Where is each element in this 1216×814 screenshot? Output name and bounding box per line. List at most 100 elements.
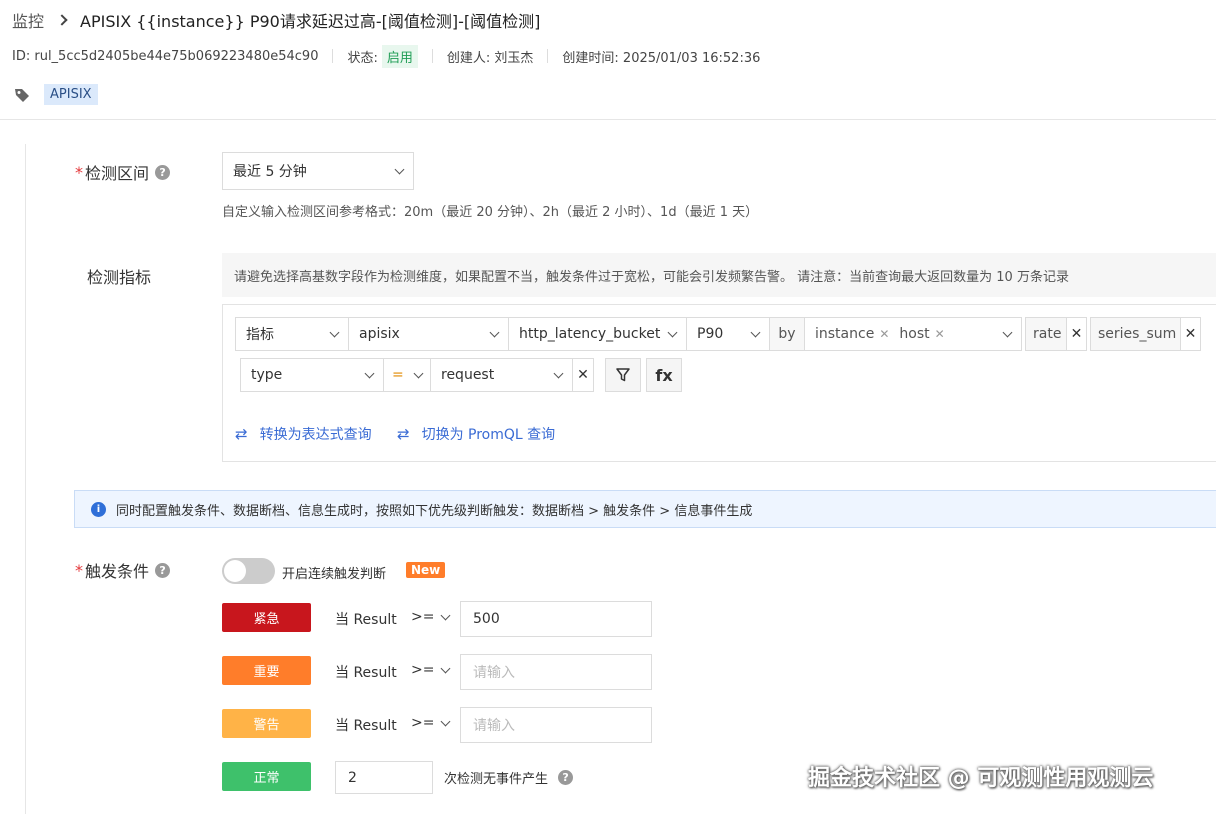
meta-divider xyxy=(431,49,433,63)
condition-when-label: 当 Result xyxy=(335,665,397,681)
chevron-down-icon xyxy=(750,327,761,337)
filter-value-select[interactable]: request xyxy=(430,358,573,392)
status-label: 状态: xyxy=(347,50,378,66)
required-mark: * xyxy=(75,560,83,580)
info-icon: i xyxy=(91,501,106,517)
continuous-trigger-toggle[interactable] xyxy=(222,558,275,584)
chevron-down-icon xyxy=(441,610,451,620)
metric-source-select[interactable]: apisix xyxy=(348,317,509,351)
group-by-chip: instance ✕ xyxy=(815,326,889,342)
help-icon[interactable]: ? xyxy=(558,770,574,785)
by-label: by xyxy=(769,317,805,351)
condition-operator-value: >= xyxy=(411,662,435,678)
required-mark: * xyxy=(75,162,83,182)
metric-name-select[interactable]: http_latency_bucket xyxy=(508,317,687,351)
remove-filter-button[interactable]: ✕ xyxy=(572,358,594,392)
normal-suffix: 次检测无事件产生 ? xyxy=(444,768,574,787)
switch-promql-link[interactable]: ⇄ 切换为 PromQL 查询 xyxy=(397,424,555,444)
convert-expression-link[interactable]: ⇄ 转换为表达式查询 xyxy=(235,424,372,444)
filter-operator-select[interactable]: = xyxy=(383,358,431,392)
chevron-down-icon xyxy=(329,327,340,337)
status-badge: 启用 xyxy=(381,44,418,68)
condition-operator-value: >= xyxy=(411,715,435,731)
chevron-down-icon xyxy=(1002,327,1013,337)
filter-operator-value: = xyxy=(392,367,404,383)
chevron-down-icon xyxy=(441,663,451,673)
normal-suffix-text: 次检测无事件产生 xyxy=(444,772,549,787)
chevron-right-icon xyxy=(56,14,68,26)
condition-operator-select[interactable]: >= xyxy=(411,662,451,678)
function-series-sum[interactable]: series_sum xyxy=(1090,317,1181,351)
close-icon[interactable]: ✕ xyxy=(935,327,945,341)
aggregation-select[interactable]: P90 xyxy=(686,317,770,351)
function-rate[interactable]: rate xyxy=(1025,317,1067,351)
new-badge: New xyxy=(406,562,446,578)
metric-name-value: http_latency_bucket xyxy=(519,326,661,342)
rule-id: ID: rul_5cc5d2405be44e75b069223480e54c90 xyxy=(12,48,319,64)
page-title: APISIX {{instance}} P90请求延迟过高-[阈值检测]-[阈值… xyxy=(80,12,541,31)
detection-interval-select[interactable]: 最近 5 分钟 xyxy=(222,152,414,190)
remove-function-button[interactable]: ✕ xyxy=(1066,317,1087,351)
condition-operator-select[interactable]: >= xyxy=(411,715,451,731)
chevron-down-icon xyxy=(394,164,405,174)
severity-warning-badge: 警告 xyxy=(222,709,311,738)
condition-when-label: 当 Result xyxy=(335,718,397,734)
filter-button[interactable] xyxy=(605,358,641,392)
swap-icon: ⇄ xyxy=(397,425,410,443)
tag-icon xyxy=(15,88,29,102)
chevron-down-icon xyxy=(441,716,451,726)
group-by-chip-label: instance xyxy=(815,326,875,342)
condition-operator-select[interactable]: >= xyxy=(411,609,451,625)
toggle-knob xyxy=(224,560,246,582)
filter-field-select[interactable]: type xyxy=(240,358,384,392)
important-threshold-input[interactable]: 请输入 xyxy=(460,654,652,690)
trigger-label: * 触发条件 ? xyxy=(75,558,171,582)
normal-count-input[interactable]: 2 xyxy=(335,761,433,794)
detection-metric-label: 检测指标 xyxy=(87,268,152,287)
chevron-down-icon xyxy=(364,368,375,378)
severity-normal-badge: 正常 xyxy=(222,762,311,791)
watermark: 掘金技术社区 @ 可观测性用观测云 xyxy=(808,766,1154,791)
switch-promql-label: 切换为 PromQL 查询 xyxy=(421,427,556,443)
metric-notice: 请避免选择高基数字段作为检测维度，如果配置不当，触发条件过于宽松，可能会引发频繁… xyxy=(222,253,1216,297)
chevron-down-icon xyxy=(489,327,500,337)
breadcrumb-root-link[interactable]: 监控 xyxy=(12,8,44,32)
breadcrumb: 监控 APISIX {{instance}} P90请求延迟过高-[阈值检测]-… xyxy=(12,8,540,32)
remove-function-button[interactable]: ✕ xyxy=(1180,317,1201,351)
rule-meta: ID: rul_5cc5d2405be44e75b069223480e54c90… xyxy=(12,44,760,68)
tag-list: APISIX xyxy=(14,84,98,105)
detection-interval-label: * 检测区间 ? xyxy=(75,160,171,184)
group-by-chip-label: host xyxy=(899,326,930,342)
chevron-down-icon xyxy=(413,368,424,378)
meta-divider xyxy=(547,49,549,63)
help-icon[interactable]: ? xyxy=(155,562,171,578)
page-header: 监控 APISIX {{instance}} P90请求延迟过高-[阈值检测]-… xyxy=(0,0,1216,120)
convert-expression-label: 转换为表达式查询 xyxy=(259,427,372,443)
query-type-select[interactable]: 指标 xyxy=(235,317,349,351)
detection-interval-hint: 自定义输入检测区间参考格式：20m（最近 20 分钟）、2h（最近 2 小时）、… xyxy=(222,205,759,220)
critical-threshold-input[interactable]: 500 xyxy=(460,601,652,637)
group-by-select[interactable]: instance ✕ host ✕ xyxy=(804,317,1022,351)
query-type-value: 指标 xyxy=(246,327,274,343)
created-time: 创建时间: 2025/01/03 16:52:36 xyxy=(562,50,761,66)
detection-interval-value: 最近 5 分钟 xyxy=(233,164,307,180)
tag-item[interactable]: APISIX xyxy=(44,84,98,105)
warning-threshold-input[interactable]: 请输入 xyxy=(460,707,652,743)
filter-value-text: request xyxy=(441,367,495,383)
form-left-border xyxy=(25,144,26,814)
priority-info-bar: i 同时配置触发条件、数据断档、信息生成时，按照如下优先级判断触发：数据断档 >… xyxy=(74,490,1216,528)
function-fx-button[interactable]: fx xyxy=(646,358,682,392)
creator: 创建人: 刘玉杰 xyxy=(446,50,534,66)
aggregation-value: P90 xyxy=(697,326,724,342)
detection-interval-label-text: 检测区间 xyxy=(85,164,150,183)
filter-field-value: type xyxy=(251,367,283,383)
swap-icon: ⇄ xyxy=(235,425,248,443)
close-icon[interactable]: ✕ xyxy=(879,327,889,341)
help-icon[interactable]: ? xyxy=(155,164,171,180)
chevron-down-icon xyxy=(667,327,678,337)
priority-info-text: 同时配置触发条件、数据断档、信息生成时，按照如下优先级判断触发：数据断档 > 触… xyxy=(116,503,753,519)
trigger-label-text: 触发条件 xyxy=(85,562,150,581)
filter-icon xyxy=(616,368,630,382)
chevron-down-icon xyxy=(553,368,564,378)
severity-critical-badge: 紧急 xyxy=(222,603,311,632)
